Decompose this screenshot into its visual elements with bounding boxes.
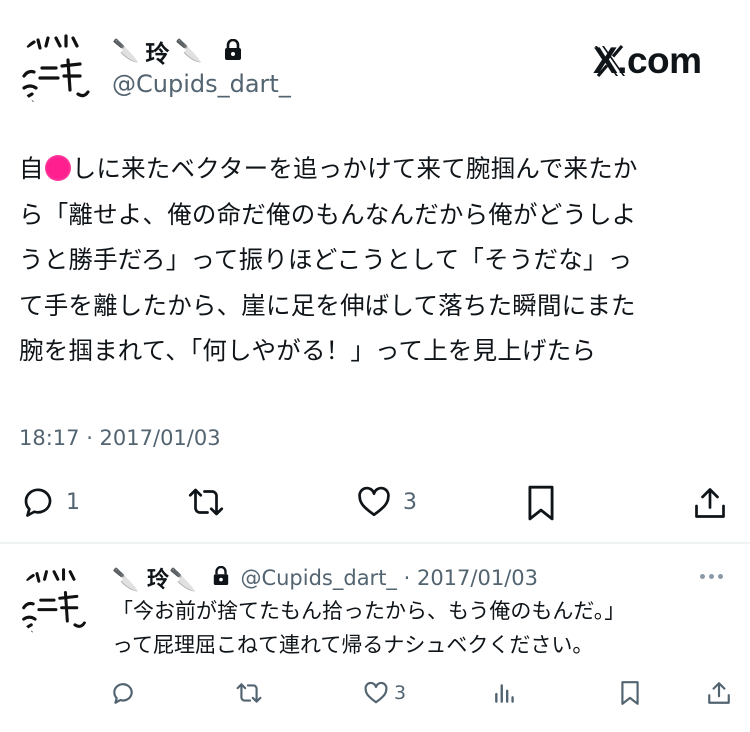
reply-bookmark-button[interactable] — [618, 680, 642, 706]
tweet-timestamp[interactable]: 18:17 · 2017/01/03 — [19, 426, 221, 450]
like-icon — [362, 680, 390, 706]
x-brand-logo: X.com — [593, 40, 702, 82]
like-button[interactable]: 3 — [355, 484, 417, 520]
reply-count: 1 — [66, 489, 80, 515]
knife-icon: 🔪 — [175, 39, 203, 64]
display-name[interactable]: 玲 — [145, 34, 169, 69]
reply-display-name[interactable]: 🔪 玲🔪 — [112, 562, 196, 594]
more-icon[interactable] — [700, 574, 723, 579]
tweet-text-prefix: 自 — [19, 154, 44, 183]
reply-reply-button[interactable] — [110, 680, 136, 706]
views-icon — [492, 680, 518, 706]
reply-icon — [110, 680, 136, 706]
lock-icon — [223, 38, 243, 65]
retweet-icon — [186, 484, 226, 520]
divider — [0, 542, 750, 544]
tweet-text-body: しに来たベクターを追っかけて来て腕掴んで来たか ら「離せよ、俺の命だ俺のもんなん… — [19, 154, 638, 365]
reply-icon — [20, 484, 56, 520]
share-icon — [692, 484, 728, 522]
reply-text: 「今お前が捨てたもん拾ったから、もう俺のもんだ。」 って屁理屈こねて連れて帰るナ… — [112, 599, 626, 657]
author-name-row: 🔪 玲 🔪 — [112, 34, 243, 69]
reply-views-button[interactable] — [492, 680, 518, 706]
bookmark-icon — [524, 484, 558, 522]
reply-retweet-button[interactable] — [234, 680, 264, 706]
redaction-mark — [44, 155, 71, 181]
reply-share-button[interactable] — [706, 680, 732, 706]
bookmark-button[interactable] — [524, 484, 558, 522]
like-count: 3 — [403, 489, 417, 515]
share-button[interactable] — [692, 484, 728, 522]
reply-avatar[interactable] — [18, 566, 92, 640]
reply-button[interactable]: 1 — [20, 484, 80, 520]
bookmark-icon — [618, 680, 642, 706]
like-icon — [355, 484, 393, 520]
author-handle[interactable]: @Cupids_dart_ — [112, 70, 291, 98]
avatar[interactable] — [18, 32, 96, 110]
reply-handle-date[interactable]: @Cupids_dart_ · 2017/01/03 — [240, 566, 538, 590]
tweet-text: 自しに来たベクターを追っかけて来て腕掴んで来たか ら「離せよ、俺の命だ俺のもんな… — [19, 146, 731, 374]
brand-text: X.com — [593, 40, 702, 81]
reply-like-count: 3 — [394, 682, 407, 704]
share-icon — [706, 680, 732, 706]
lock-icon — [212, 565, 230, 590]
knife-icon: 🔪 — [112, 39, 140, 64]
reply-like-button[interactable]: 3 — [362, 680, 406, 706]
reply-author-row: 🔪 玲🔪 @Cupids_dart_ · 2017/01/03 — [112, 562, 538, 594]
retweet-icon — [234, 680, 264, 706]
retweet-button[interactable] — [186, 484, 236, 520]
